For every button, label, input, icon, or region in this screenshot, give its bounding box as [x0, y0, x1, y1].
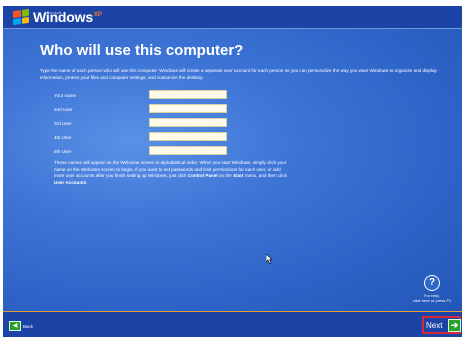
- question-icon[interactable]: ?: [424, 275, 440, 291]
- start-text: Start: [233, 173, 244, 179]
- intro-text: Type the name of each person who will us…: [40, 68, 437, 80]
- help-link[interactable]: ? For help, click here or press F1: [402, 275, 462, 303]
- field-row-4th-user: 4th User: [54, 132, 234, 143]
- next-button-label[interactable]: Next: [426, 321, 442, 330]
- mouse-pointer-icon: [266, 254, 273, 264]
- bottom-bar: ◀ Back: [3, 311, 462, 337]
- 4th-user-label: 4th User: [54, 135, 72, 140]
- note-text-3: menu, and then click: [243, 173, 287, 179]
- windows-logo: Microsoft Windows XP: [13, 8, 102, 26]
- arrow-right-icon[interactable]: ➔: [448, 319, 461, 332]
- 5th-user-label: 5th User: [54, 149, 72, 154]
- microsoft-label: Microsoft: [45, 10, 62, 15]
- 2nd-user-input[interactable]: [149, 104, 227, 113]
- your-name-label: Your name: [54, 93, 77, 98]
- arrow-left-icon: ◀: [9, 321, 21, 331]
- windows-flag-icon: [13, 8, 29, 26]
- field-row-5th-user: 5th User: [54, 146, 234, 157]
- main-panel: Who will use this computer? Type the nam…: [3, 29, 462, 311]
- back-button[interactable]: ◀ Back: [9, 321, 33, 331]
- 3rd-user-label: 3rd User: [54, 121, 72, 126]
- welcome-screen-note: These names will appear on the Welcome s…: [54, 160, 289, 186]
- user-accounts-text: User Accounts: [54, 179, 87, 185]
- note-text-2: on the: [217, 173, 233, 179]
- field-row-3rd-user: 3rd User: [54, 118, 234, 129]
- 4th-user-input[interactable]: [149, 132, 227, 141]
- control-panel-text: Control Panel: [187, 173, 218, 179]
- xp-label: XP: [93, 12, 102, 18]
- field-row-2nd-user: 2nd User: [54, 104, 234, 115]
- 3rd-user-input[interactable]: [149, 118, 227, 127]
- your-name-input[interactable]: [149, 90, 227, 99]
- 2nd-user-label: 2nd User: [54, 107, 73, 112]
- 5th-user-input[interactable]: [149, 146, 227, 155]
- page-title: Who will use this computer?: [40, 42, 244, 59]
- back-label: Back: [23, 323, 34, 329]
- field-row-your-name: Your name: [54, 90, 234, 101]
- help-text-2: click here or press F1: [412, 298, 452, 303]
- note-text-4: .: [86, 179, 88, 185]
- windows-wordmark: Windows: [33, 9, 93, 25]
- setup-window: Microsoft Windows XP Who will use this c…: [3, 6, 462, 337]
- top-bar: Microsoft Windows XP: [3, 6, 462, 29]
